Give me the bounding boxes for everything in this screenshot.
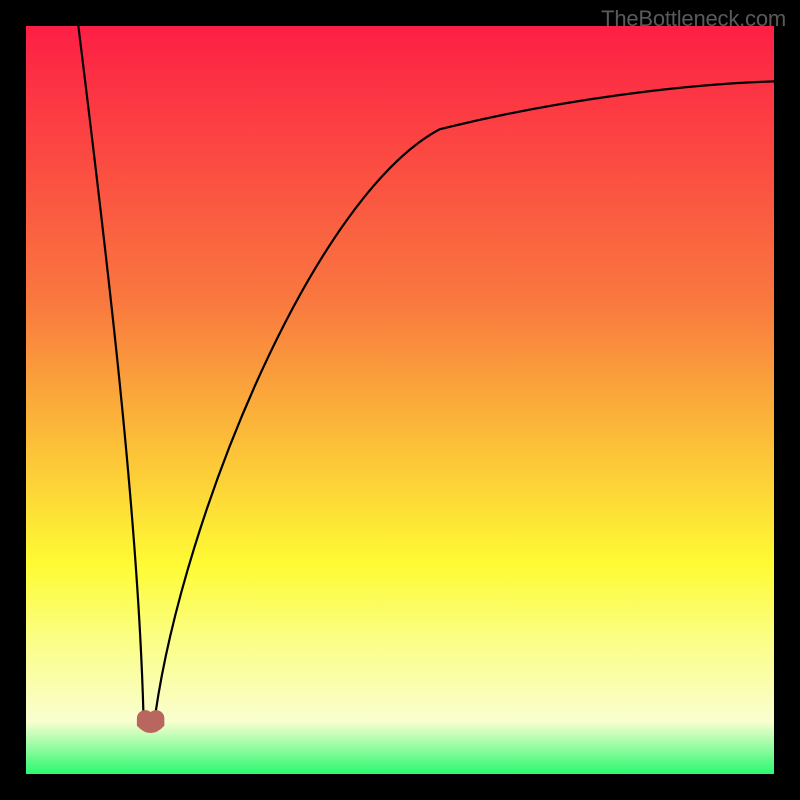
watermark-text: TheBottleneck.com [601, 6, 786, 32]
chart-svg [26, 26, 774, 774]
chart-area [26, 26, 774, 774]
minimum-marker-icon [137, 711, 163, 733]
gradient-background [26, 26, 774, 774]
